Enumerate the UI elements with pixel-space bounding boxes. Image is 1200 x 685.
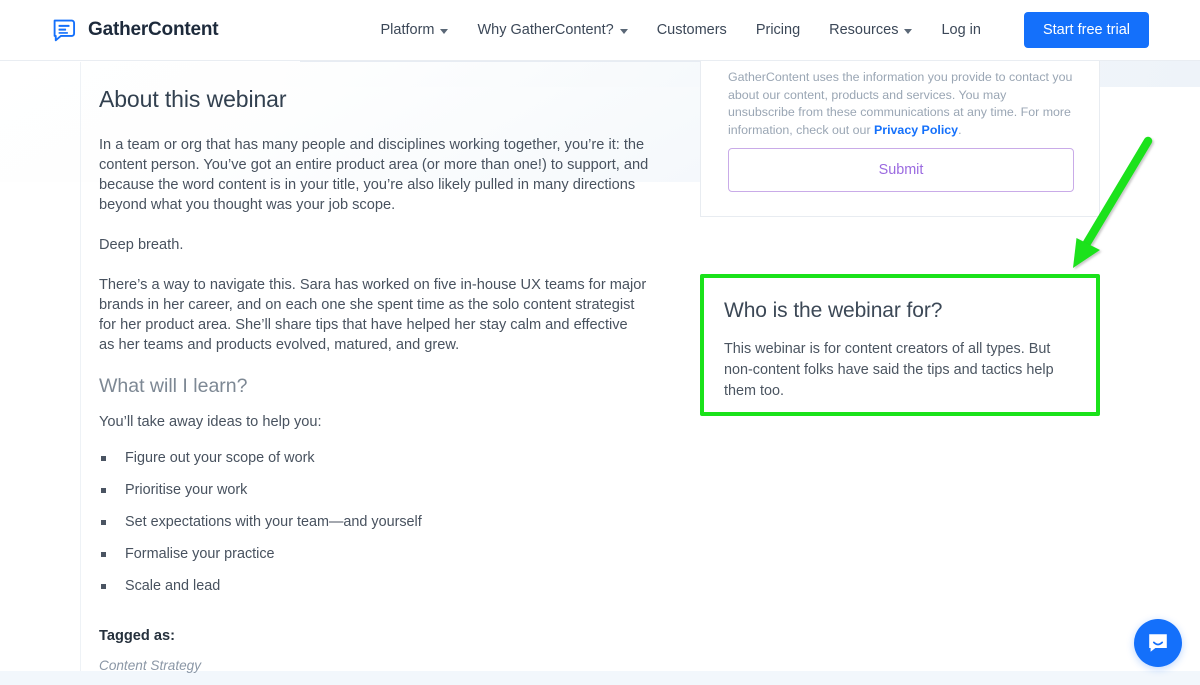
list-item: Set expectations with your team—and your… [99, 512, 659, 532]
main-navigation: Platform Why GatherContent? Customers Pr… [380, 12, 1149, 48]
submit-button[interactable]: Submit [728, 148, 1074, 192]
nav-label: Log in [941, 22, 981, 38]
chat-widget-button[interactable] [1134, 619, 1182, 667]
chevron-down-icon [619, 28, 628, 34]
brand-logo[interactable]: GatherContent [52, 18, 219, 43]
nav-label: Pricing [755, 22, 801, 38]
nav-label: Platform [380, 22, 435, 38]
privacy-policy-link[interactable]: Privacy Policy [874, 123, 958, 137]
nav-label: Why GatherContent? [477, 22, 614, 38]
page-root: GatherContent Platform Why GatherContent… [0, 0, 1200, 685]
brand-name: GatherContent [88, 19, 219, 40]
footer-band [0, 671, 1200, 685]
tag-content-strategy[interactable]: Content Strategy [99, 658, 659, 673]
nav-item-resources[interactable]: Resources [829, 22, 913, 38]
nav-item-pricing[interactable]: Pricing [756, 22, 800, 38]
what-will-i-learn-heading: What will I learn? [99, 375, 248, 397]
site-header: GatherContent Platform Why GatherContent… [0, 0, 1200, 61]
who-is-webinar-for-panel: Who is the webinar for? This webinar is … [700, 274, 1100, 416]
green-pointer-arrow [1073, 136, 1153, 268]
nav-item-platform[interactable]: Platform [380, 22, 449, 38]
document-lines-icon [53, 19, 76, 41]
list-item: Figure out your scope of work [99, 448, 659, 468]
nav-item-customers[interactable]: Customers [657, 22, 727, 38]
nav-item-why-gathercontent[interactable]: Why GatherContent? [477, 22, 628, 38]
who-panel-body: This webinar is for content creators of … [724, 341, 1054, 399]
who-panel-heading: Who is the webinar for? [724, 299, 943, 322]
about-paragraph-2: Deep breath. [99, 237, 184, 253]
chat-bubble-smile-icon [1149, 634, 1167, 652]
about-heading: About this webinar [99, 86, 287, 112]
nav-label: Customers [656, 22, 727, 38]
list-item: Scale and lead [99, 576, 659, 596]
consent-text: GatherContent uses the information you p… [728, 69, 1076, 139]
chevron-down-icon [904, 28, 913, 34]
signup-form-card: GatherContent uses the information you p… [700, 56, 1100, 217]
about-paragraph-1: In a team or org that has many people an… [99, 137, 649, 213]
learning-outcomes-list: Figure out your scope of work Prioritise… [99, 448, 659, 596]
content-left-rule [80, 62, 81, 671]
learn-intro-text: You’ll take away ideas to help you: [99, 414, 322, 430]
list-item: Formalise your practice [99, 544, 659, 564]
chevron-down-icon [440, 28, 449, 34]
nav-item-login[interactable]: Log in [941, 22, 981, 38]
article-column: About this webinar In a team or org that… [99, 86, 659, 673]
about-paragraph-3: There’s a way to navigate this. Sara has… [99, 277, 647, 353]
consent-text-after: . [958, 122, 962, 137]
list-item: Prioritise your work [99, 480, 659, 500]
nav-label: Resources [829, 22, 899, 38]
tagged-as-label: Tagged as: [99, 628, 175, 644]
start-free-trial-button[interactable]: Start free trial [1023, 12, 1149, 48]
